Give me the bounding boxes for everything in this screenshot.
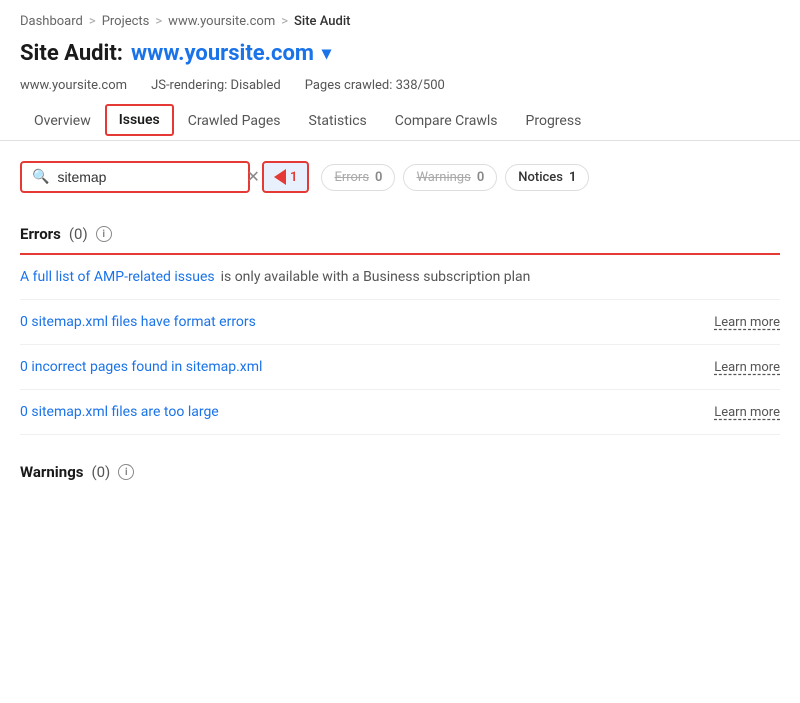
chip-warnings[interactable]: Warnings 0 (403, 164, 497, 191)
page-title-domain: www.yoursite.com (131, 41, 314, 66)
tab-issues[interactable]: Issues (105, 104, 174, 136)
meta-domain: www.yoursite.com (20, 78, 127, 93)
tab-compare-crawls[interactable]: Compare Crawls (381, 103, 512, 141)
warnings-title: Warnings (20, 463, 83, 481)
warnings-section: Warnings (0) i (20, 435, 780, 499)
page-header: Site Audit: www.yoursite.com ▾ (0, 37, 800, 74)
tab-overview[interactable]: Overview (20, 103, 105, 141)
meta-rendering: JS-rendering: Disabled (151, 78, 281, 93)
warnings-section-header: Warnings (0) i (20, 451, 780, 491)
warnings-count: (0) (91, 463, 110, 481)
amp-link[interactable]: A full list of AMP-related issues (20, 269, 215, 285)
arrow-left-icon (274, 169, 286, 185)
issue-row-sitemap-format: 0 sitemap.xml files have format errors L… (20, 300, 780, 345)
chip-warnings-label: Warnings (416, 170, 470, 185)
meta-row: www.yoursite.com JS-rendering: Disabled … (0, 74, 800, 103)
search-box: 🔍 ✕ (20, 161, 250, 193)
learn-more-sitemap-format[interactable]: Learn more (714, 315, 780, 330)
breadcrumb-sep-2: > (155, 14, 162, 29)
breadcrumb-sep-1: > (89, 14, 96, 29)
issue-text-sitemap-format[interactable]: 0 sitemap.xml files have format errors (20, 314, 698, 330)
errors-title: Errors (20, 225, 61, 243)
issue-text-sitemap-large[interactable]: 0 sitemap.xml files are too large (20, 404, 698, 420)
chip-errors-count: 0 (375, 170, 382, 185)
filter-count-badge: 1 (290, 170, 297, 185)
page-title-prefix: Site Audit: (20, 41, 123, 66)
warnings-info-icon[interactable]: i (118, 464, 134, 480)
chip-notices-count: 1 (569, 170, 576, 185)
tab-progress[interactable]: Progress (512, 103, 596, 141)
learn-more-sitemap-large[interactable]: Learn more (714, 405, 780, 420)
errors-info-icon[interactable]: i (96, 226, 112, 242)
domain-dropdown-icon[interactable]: ▾ (322, 43, 331, 64)
breadcrumb-sep-3: > (281, 14, 288, 29)
errors-section-header: Errors (0) i (20, 213, 780, 253)
learn-more-sitemap-incorrect[interactable]: Learn more (714, 360, 780, 375)
issue-text-sitemap-incorrect[interactable]: 0 incorrect pages found in sitemap.xml (20, 359, 698, 375)
chip-warnings-count: 0 (477, 170, 484, 185)
meta-pages: Pages crawled: 338/500 (305, 78, 445, 93)
breadcrumb-current: Site Audit (294, 14, 350, 29)
search-input[interactable] (57, 169, 238, 185)
content-area: 🔍 ✕ 1 Errors 0 Warnings 0 Notices 1 (0, 141, 800, 499)
issue-row-sitemap-incorrect: 0 incorrect pages found in sitemap.xml L… (20, 345, 780, 390)
tabs-bar: Overview Issues Crawled Pages Statistics… (0, 103, 800, 141)
filter-chips: Errors 0 Warnings 0 Notices 1 (321, 164, 589, 191)
breadcrumb-projects[interactable]: Projects (102, 14, 150, 29)
chip-notices[interactable]: Notices 1 (505, 164, 589, 191)
amp-notice-row: A full list of AMP-related issues is onl… (20, 255, 780, 300)
filter-back-button[interactable]: 1 (262, 161, 309, 193)
tab-crawled-pages[interactable]: Crawled Pages (174, 103, 295, 141)
breadcrumb-domain[interactable]: www.yoursite.com (168, 14, 275, 29)
search-icon: 🔍 (32, 169, 49, 185)
chip-notices-label: Notices (518, 170, 563, 185)
tab-statistics[interactable]: Statistics (295, 103, 381, 141)
search-clear-icon[interactable]: ✕ (246, 169, 259, 185)
breadcrumb-dashboard[interactable]: Dashboard (20, 14, 83, 29)
amp-notice-text: is only available with a Business subscr… (221, 269, 531, 285)
errors-count: (0) (69, 225, 88, 243)
filter-row: 🔍 ✕ 1 Errors 0 Warnings 0 Notices 1 (20, 161, 780, 193)
chip-errors[interactable]: Errors 0 (321, 164, 395, 191)
chip-errors-label: Errors (334, 170, 369, 185)
issue-row-sitemap-large: 0 sitemap.xml files are too large Learn … (20, 390, 780, 435)
breadcrumb: Dashboard > Projects > www.yoursite.com … (0, 0, 800, 37)
